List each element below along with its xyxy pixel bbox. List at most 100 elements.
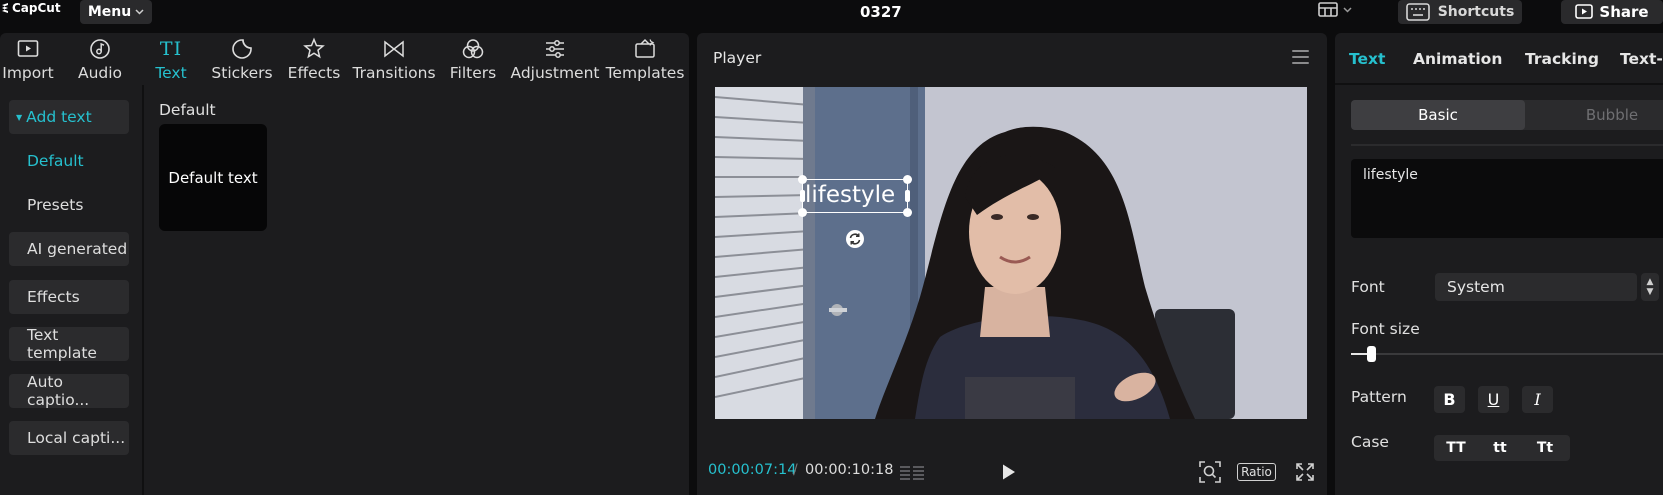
player-menu-icon[interactable]: [1292, 50, 1309, 64]
zoom-fit-icon[interactable]: [1199, 461, 1221, 483]
font-size-label: Font size: [1351, 320, 1420, 338]
share-label: Share: [1599, 3, 1649, 21]
caret-down-icon: ▼: [16, 112, 23, 122]
text-icon: TI: [159, 38, 183, 60]
side-item-default[interactable]: Default: [9, 144, 129, 178]
ratio-button[interactable]: Ratio: [1237, 463, 1276, 481]
tab-text[interactable]: Text: [1349, 50, 1385, 68]
adjustment-icon: [546, 40, 564, 58]
style-segmented-control: Basic Bubble: [1351, 100, 1663, 130]
player-panel: Player lifestyle 00:00:07:14 / 00:00:10:…: [697, 33, 1327, 495]
add-text-toggle[interactable]: ▼ Add text: [9, 100, 129, 134]
tab-divider: [1335, 83, 1663, 85]
video-preview[interactable]: lifestyle: [715, 87, 1307, 419]
side-item-local-captions[interactable]: Local capti...: [9, 421, 129, 455]
tab-transitions[interactable]: Transitions: [352, 33, 436, 85]
section-title: Default: [159, 101, 216, 119]
tab-audio[interactable]: Audio: [75, 33, 125, 85]
text-content-area: Default Default text: [146, 85, 689, 495]
tab-label: Transitions: [352, 64, 436, 82]
fullscreen-icon[interactable]: [1295, 462, 1315, 482]
share-button[interactable]: Share: [1561, 0, 1663, 24]
tab-animation[interactable]: Animation: [1413, 50, 1502, 68]
menu-label: Menu: [87, 4, 132, 20]
effects-icon: [303, 37, 325, 59]
case-upper-button[interactable]: TT: [1434, 435, 1478, 461]
tab-stickers[interactable]: Stickers: [211, 33, 273, 85]
case-title-button[interactable]: Tt: [1522, 435, 1568, 461]
side-item-ai-generated[interactable]: AI generated: [9, 232, 129, 266]
side-item-presets[interactable]: Presets: [9, 188, 129, 222]
resize-handle[interactable]: [798, 175, 807, 184]
project-title[interactable]: 0327: [860, 3, 902, 21]
menu-button[interactable]: Menu: [80, 0, 152, 24]
default-text-card[interactable]: Default text: [159, 124, 267, 231]
rotate-icon[interactable]: [845, 229, 865, 249]
player-controls: 00:00:07:14 / 00:00:10:18 Ratio: [697, 428, 1327, 495]
font-stepper[interactable]: ▲ ▼: [1641, 273, 1659, 301]
tab-label: Text: [155, 64, 187, 82]
bold-button[interactable]: B: [1434, 386, 1465, 413]
font-select[interactable]: System: [1435, 273, 1637, 301]
text-content-field[interactable]: lifestyle: [1351, 159, 1663, 238]
play-icon[interactable]: [1001, 463, 1017, 481]
resize-handle[interactable]: [798, 208, 807, 217]
tab-effects[interactable]: Effects: [287, 33, 341, 85]
keyboard-icon: [1405, 3, 1430, 21]
case-lower-button[interactable]: tt: [1478, 435, 1522, 461]
chevron-down-icon: [135, 9, 144, 15]
tab-label: Adjustment: [510, 64, 600, 82]
chevron-up-icon[interactable]: ▲: [1647, 277, 1654, 287]
templates-icon: [635, 38, 655, 58]
resize-handle[interactable]: [905, 190, 910, 202]
font-size-slider[interactable]: [1351, 353, 1663, 355]
chevron-down-icon[interactable]: ▼: [1647, 287, 1654, 297]
italic-button[interactable]: I: [1522, 386, 1553, 413]
audio-icon: [90, 39, 110, 59]
layout-icon: [1318, 2, 1338, 17]
text-overlay-selection[interactable]: lifestyle: [798, 175, 912, 217]
case-label: Case: [1351, 433, 1389, 451]
player-title: Player: [713, 49, 762, 67]
tab-import[interactable]: Import: [0, 33, 56, 85]
segment-bubble[interactable]: Bubble: [1525, 100, 1663, 130]
tab-tracking[interactable]: Tracking: [1525, 50, 1599, 68]
side-item-auto-captions[interactable]: Auto captio...: [9, 373, 129, 409]
tab-label: Import: [2, 64, 54, 82]
timecode-grid-icon[interactable]: [899, 464, 925, 482]
tab-label: Audio: [77, 64, 123, 82]
card-label: Default text: [168, 168, 258, 187]
tab-label: Stickers: [211, 64, 273, 82]
shortcuts-button[interactable]: Shortcuts: [1398, 0, 1522, 24]
pattern-label: Pattern: [1351, 388, 1407, 406]
segment-basic[interactable]: Basic: [1351, 100, 1525, 130]
underline-button[interactable]: U: [1478, 386, 1509, 413]
inspector-panel: Text Animation Tracking Text-t Basic Bub…: [1335, 33, 1663, 495]
tab-text-to-speech[interactable]: Text-t: [1620, 50, 1663, 68]
slider-thumb[interactable]: [1366, 346, 1376, 362]
shortcuts-label: Shortcuts: [1437, 4, 1515, 20]
font-label: Font: [1351, 278, 1385, 296]
side-item-effects[interactable]: Effects: [9, 280, 129, 314]
resize-handle[interactable]: [800, 190, 805, 202]
layout-switcher[interactable]: [1318, 2, 1352, 18]
capcut-logo-icon: [2, 3, 8, 13]
tab-filters[interactable]: Filters: [450, 33, 496, 85]
current-time: 00:00:07:14: [708, 462, 797, 478]
tab-adjustment[interactable]: Adjustment: [510, 33, 600, 85]
resize-handle[interactable]: [903, 208, 912, 217]
chevron-down-icon: [1343, 7, 1352, 13]
transitions-icon: [384, 40, 404, 58]
tab-label: Templates: [605, 64, 685, 82]
side-item-text-template[interactable]: Text template: [9, 326, 129, 362]
media-panel: Import Audio TI Text Stickers Effects Tr…: [0, 33, 689, 495]
total-time: 00:00:10:18: [805, 462, 894, 478]
case-button-group: TT tt Tt: [1434, 435, 1570, 461]
tab-text[interactable]: TI Text: [150, 33, 192, 85]
tool-tabs: Import Audio TI Text Stickers Effects Tr…: [0, 33, 689, 85]
text-side-nav: ▼ Add text Default Presets AI generated …: [0, 85, 144, 495]
resize-handle[interactable]: [903, 175, 912, 184]
time-separator: /: [793, 462, 798, 478]
tab-templates[interactable]: Templates: [606, 33, 684, 85]
tab-label: Filters: [449, 64, 497, 82]
